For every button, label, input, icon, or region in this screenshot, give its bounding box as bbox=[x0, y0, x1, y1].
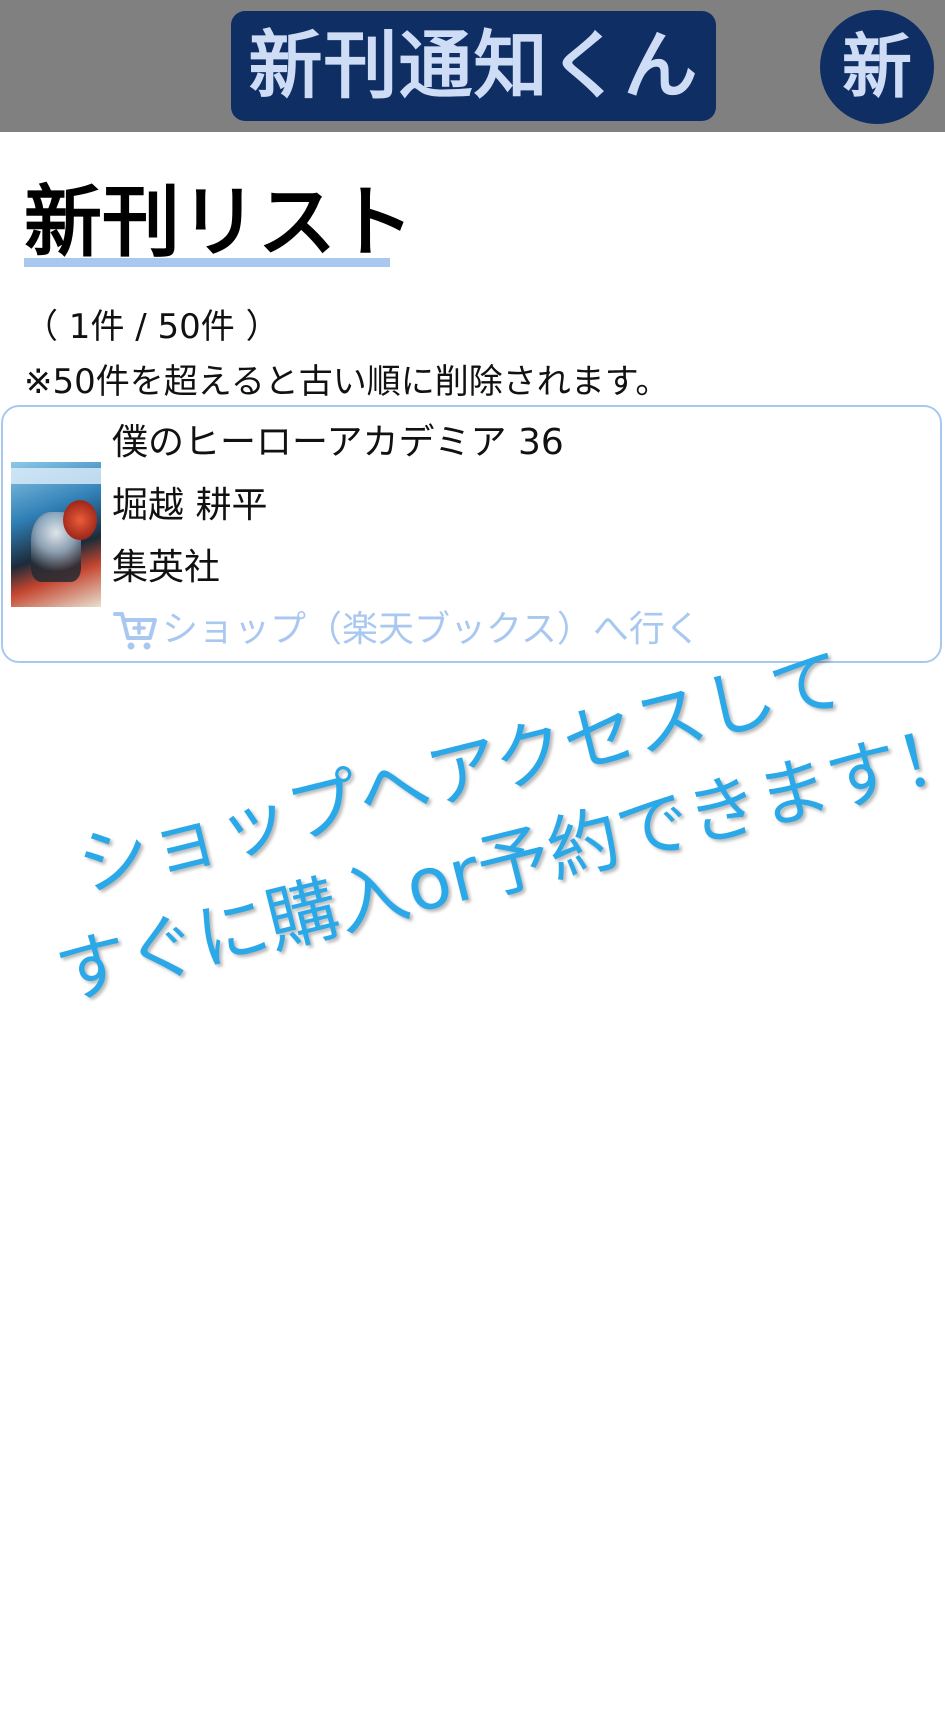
title-underline bbox=[24, 258, 390, 267]
app-title: 新刊通知くん bbox=[231, 11, 716, 121]
book-card: 僕のヒーローアカデミア 36 堀越 耕平 集英社 ショップ（楽天ブックス）へ行く bbox=[1, 405, 942, 663]
page-title: 新刊リスト bbox=[24, 178, 415, 268]
book-author: 堀越 耕平 bbox=[112, 485, 268, 526]
book-publisher: 集英社 bbox=[112, 547, 221, 588]
cover-flame bbox=[63, 500, 97, 540]
book-title: 僕のヒーローアカデミア 36 bbox=[112, 422, 564, 463]
shop-link-label: ショップ（楽天ブックス）へ行く bbox=[162, 609, 701, 650]
shop-link[interactable]: ショップ（楽天ブックス）へ行く bbox=[112, 605, 701, 653]
item-count: （ 1件 / 50件 ） bbox=[24, 307, 280, 347]
cover-logo-band bbox=[11, 468, 101, 484]
promo-overlay: ショップへアクセスして すぐに購入or予約できます！！ bbox=[22, 617, 945, 1024]
app-header: 新刊通知くん 新 bbox=[0, 0, 945, 132]
book-cover-image bbox=[11, 462, 101, 607]
shopping-cart-icon bbox=[113, 612, 157, 650]
page: 新刊通知くん 新 新刊リスト （ 1件 / 50件 ） ※50件を超えると古い順… bbox=[0, 0, 945, 1720]
new-button[interactable]: 新 bbox=[820, 10, 934, 124]
deletion-note: ※50件を超えると古い順に削除されます。 bbox=[24, 362, 670, 402]
